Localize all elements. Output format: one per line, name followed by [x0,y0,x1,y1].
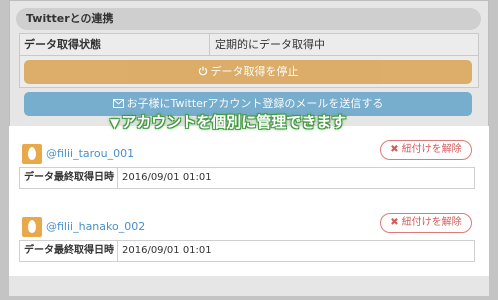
account-name-link[interactable]: @filii_tarou_001 [46,147,134,160]
power-icon [198,66,207,76]
stop-fetch-button[interactable]: データ取得を停止 [24,60,472,84]
last-fetch-value: 2016/09/01 01:01 [122,172,212,183]
panel-footer [9,276,489,296]
stop-fetch-label: データ取得を停止 [210,65,299,78]
last-fetch-label: データ最終取得日時 [20,241,118,261]
unlink-button[interactable]: ✖ 紐付けを解除 [380,140,472,160]
section-header: Twitterとの連携 [16,8,481,30]
caption-arrow: ▼ [110,116,120,130]
egg-icon [28,220,36,233]
last-fetch-label: データ最終取得日時 [20,168,118,188]
unlink-button[interactable]: ✖ 紐付けを解除 [380,213,472,233]
status-row: データ取得状態 定期的にデータ取得中 [19,33,479,56]
envelope-icon [112,99,124,108]
unlink-label: 紐付けを解除 [401,217,462,228]
last-fetch-row: データ最終取得日時 2016/09/01 01:01 [19,167,475,189]
close-icon: ✖ [390,144,399,155]
status-label: データ取得状態 [20,34,210,55]
close-icon: ✖ [390,217,399,228]
last-fetch-row: データ最終取得日時 2016/09/01 01:01 [19,240,475,262]
status-value: 定期的にデータ取得中 [215,38,325,51]
send-mail-label: お子様にTwitterアカウント登録のメールを送信する [126,97,384,110]
caption-text: アカウントを個別に管理できます [121,113,347,131]
egg-icon [28,147,36,160]
section-title: Twitterとの連携 [26,12,114,25]
avatar [22,144,42,164]
unlink-label: 紐付けを解除 [401,144,462,155]
account-name-link[interactable]: @filii_hanako_002 [46,220,145,233]
last-fetch-value: 2016/09/01 01:01 [122,245,212,256]
avatar [22,217,42,237]
manage-caption: ▼ アカウントを個別に管理できます [110,111,346,131]
